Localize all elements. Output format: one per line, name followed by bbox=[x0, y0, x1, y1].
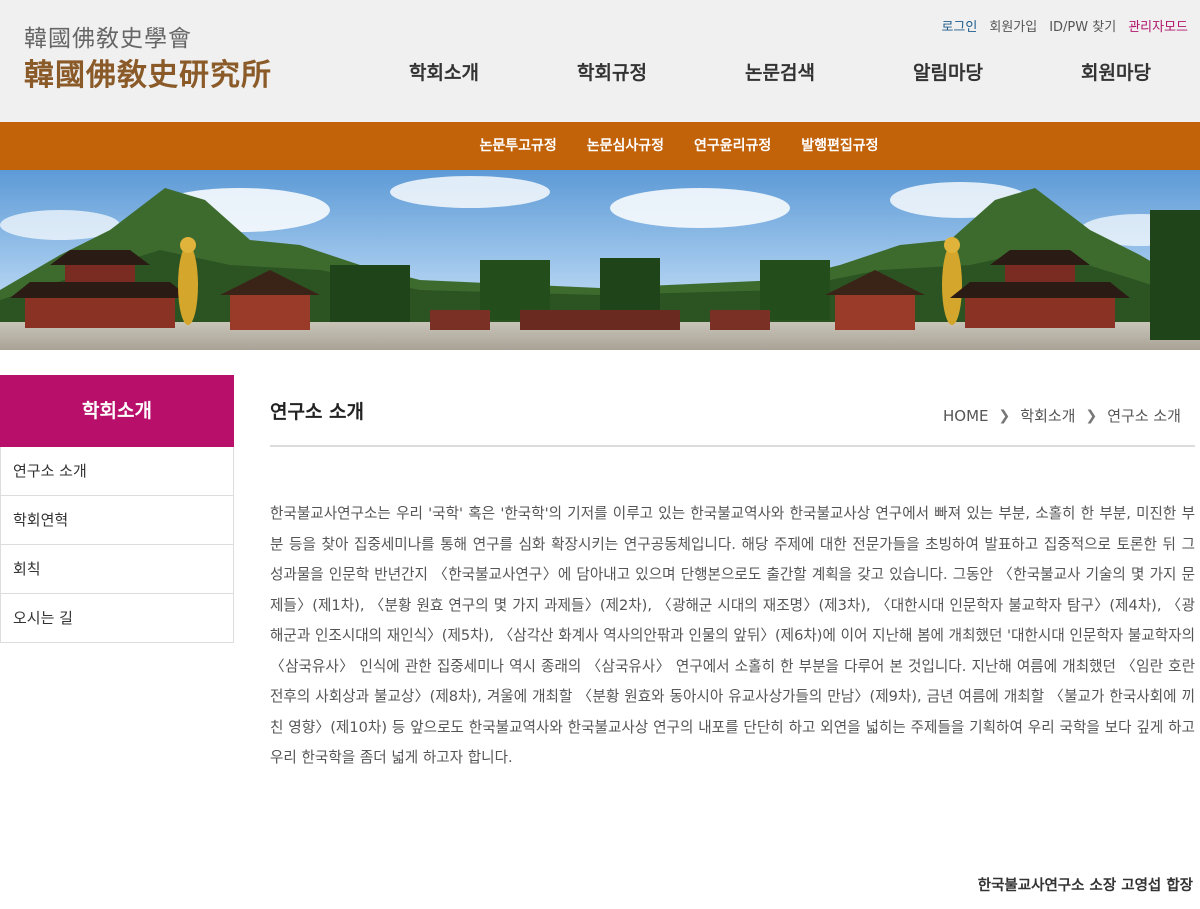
nav-item-society-intro[interactable]: 학회소개 bbox=[360, 58, 528, 88]
nav-item-member-board[interactable]: 회원마당 bbox=[1032, 58, 1200, 88]
admin-mode-link[interactable]: 관리자모드 bbox=[1128, 16, 1188, 35]
page-title: 연구소 소개 bbox=[270, 401, 365, 423]
sidebar-title: 학회소개 bbox=[0, 375, 234, 447]
sub-navigation: 논문투고규정 논문심사규정 연구윤리규정 발행편집규정 bbox=[0, 122, 1200, 170]
subnav-ethics-rules[interactable]: 연구윤리규정 bbox=[679, 122, 786, 170]
site-header: 韓國佛敎史學會 韓國佛敎史研究所 로그인 회원가입 ID/PW 찾기 관리자모드… bbox=[0, 0, 1200, 122]
nav-item-society-rules[interactable]: 학회규정 bbox=[528, 58, 696, 88]
logo-society-name: 韓國佛敎史學會 bbox=[24, 26, 192, 52]
site-logo[interactable]: 韓國佛敎史學會 韓國佛敎史研究所 bbox=[24, 24, 272, 96]
subnav-submission-rules[interactable]: 논문투고규정 bbox=[464, 122, 571, 170]
chevron-right-icon: ❯ bbox=[998, 407, 1011, 424]
breadcrumb-home[interactable]: HOME bbox=[943, 407, 989, 425]
intro-text: 한국불교사연구소는 우리 '국학' 혹은 '한국학'의 기저를 이루고 있는 한… bbox=[270, 505, 1196, 766]
title-divider bbox=[270, 445, 1195, 447]
sidebar-item-directions[interactable]: 오시는 길 bbox=[0, 594, 234, 643]
join-link[interactable]: 회원가입 bbox=[989, 16, 1037, 35]
sidebar-item-bylaws[interactable]: 회칙 bbox=[0, 545, 234, 594]
breadcrumb-society-intro[interactable]: 학회소개 bbox=[1020, 405, 1075, 426]
utility-menu: 로그인 회원가입 ID/PW 찾기 관리자모드 bbox=[941, 16, 1188, 35]
main-navigation: 학회소개 학회규정 논문검색 알림마당 회원마당 bbox=[360, 58, 1200, 88]
find-id-pw-link[interactable]: ID/PW 찾기 bbox=[1049, 16, 1116, 35]
chevron-right-icon: ❯ bbox=[1085, 407, 1098, 424]
sidebar-item-institute-intro[interactable]: 연구소 소개 bbox=[0, 447, 234, 496]
breadcrumb: HOME ❯ 학회소개 ❯ 연구소 소개 bbox=[943, 405, 1181, 426]
sidebar: 학회소개 연구소 소개 학회연혁 회칙 오시는 길 bbox=[0, 375, 234, 643]
nav-item-paper-search[interactable]: 논문검색 bbox=[696, 58, 864, 88]
subnav-editing-rules[interactable]: 발행편집규정 bbox=[786, 122, 893, 170]
temple-banner-image bbox=[0, 170, 1200, 350]
nav-item-notice-board[interactable]: 알림마당 bbox=[864, 58, 1032, 88]
breadcrumb-current: 연구소 소개 bbox=[1107, 407, 1181, 425]
login-link[interactable]: 로그인 bbox=[941, 16, 977, 35]
logo-institute-name: 韓國佛敎史研究所 bbox=[24, 58, 272, 93]
subnav-review-rules[interactable]: 논문심사규정 bbox=[572, 122, 679, 170]
sidebar-item-history[interactable]: 학회연혁 bbox=[0, 496, 234, 545]
director-signature: 한국불교사연구소 소장 고영섭 합장 bbox=[977, 878, 1193, 894]
